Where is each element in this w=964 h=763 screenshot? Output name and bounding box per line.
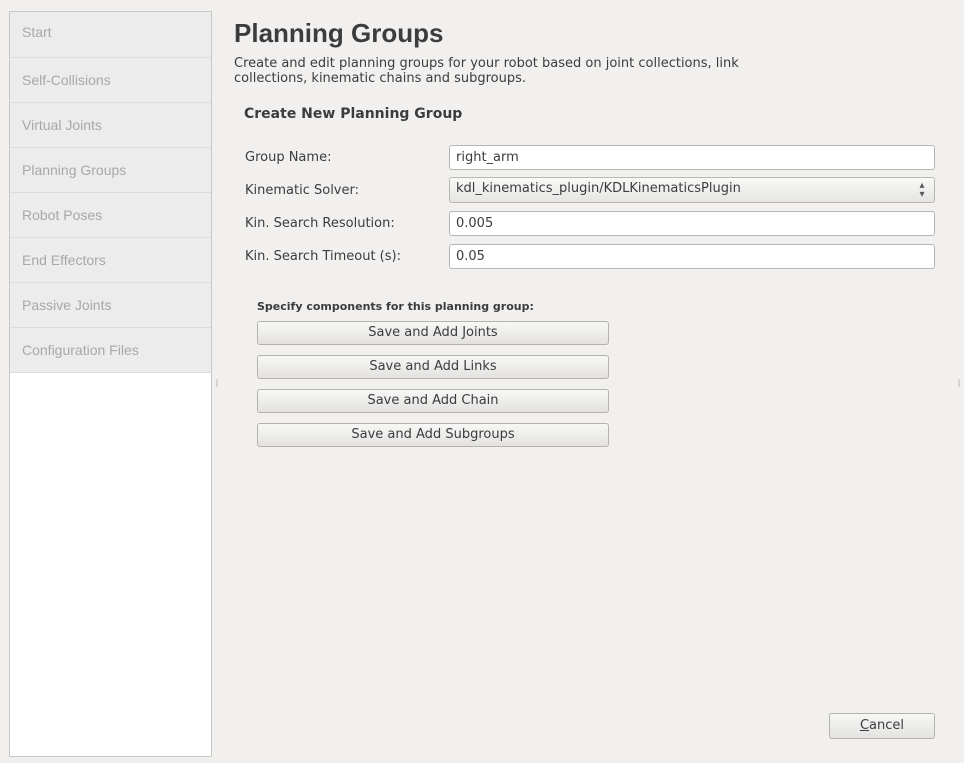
- sidebar-item-passive-joints[interactable]: Passive Joints: [10, 283, 211, 328]
- sidebar-item-self-collisions[interactable]: Self-Collisions: [10, 58, 211, 103]
- splitter-handle-right[interactable]: [958, 379, 960, 387]
- cancel-button[interactable]: Cancel: [829, 713, 935, 739]
- group-name-input[interactable]: [449, 145, 935, 170]
- page-description-line-1: Create and edit planning groups for your…: [234, 56, 739, 71]
- kin-search-resolution-label: Kin. Search Resolution:: [245, 216, 395, 231]
- setup-assistant-window: Start Self-Collisions Virtual Joints Pla…: [0, 0, 964, 763]
- cancel-mnemonic: C: [859, 718, 870, 733]
- save-add-links-button[interactable]: Save and Add Links: [257, 355, 609, 379]
- updown-arrows-icon: ▴ ▾: [919, 180, 925, 200]
- splitter-handle-left[interactable]: [216, 379, 218, 387]
- save-add-joints-button[interactable]: Save and Add Joints: [257, 321, 609, 345]
- page-title: Planning Groups: [234, 18, 444, 48]
- kinematic-solver-select[interactable]: kdl_kinematics_plugin/KDLKinematicsPlugi…: [449, 177, 935, 203]
- sidebar-item-start[interactable]: Start: [10, 12, 211, 58]
- save-add-subgroups-button[interactable]: Save and Add Subgroups: [257, 423, 609, 447]
- kin-search-timeout-input[interactable]: [449, 244, 935, 269]
- kinematic-solver-label: Kinematic Solver:: [245, 183, 359, 198]
- sidebar-item-robot-poses[interactable]: Robot Poses: [10, 193, 211, 238]
- page-description: Create and edit planning groups for your…: [234, 56, 934, 86]
- save-add-chain-button[interactable]: Save and Add Chain: [257, 389, 609, 413]
- sidebar-item-configuration-files[interactable]: Configuration Files: [10, 328, 211, 373]
- kin-search-timeout-label: Kin. Search Timeout (s):: [245, 249, 401, 264]
- page-description-line-2: collections, kinematic chains and subgro…: [234, 71, 527, 86]
- sidebar-item-end-effectors[interactable]: End Effectors: [10, 238, 211, 283]
- sidebar-item-planning-groups[interactable]: Planning Groups: [10, 148, 211, 193]
- sidebar-item-virtual-joints[interactable]: Virtual Joints: [10, 103, 211, 148]
- kinematic-solver-value: kdl_kinematics_plugin/KDLKinematicsPlugi…: [456, 181, 741, 196]
- group-name-label: Group Name:: [245, 150, 332, 165]
- kin-search-resolution-input[interactable]: [449, 211, 935, 236]
- components-label: Specify components for this planning gro…: [257, 300, 534, 313]
- section-title: Create New Planning Group: [244, 106, 463, 122]
- cancel-label-rest: ancel: [869, 718, 905, 733]
- sidebar-nav: Start Self-Collisions Virtual Joints Pla…: [9, 11, 212, 757]
